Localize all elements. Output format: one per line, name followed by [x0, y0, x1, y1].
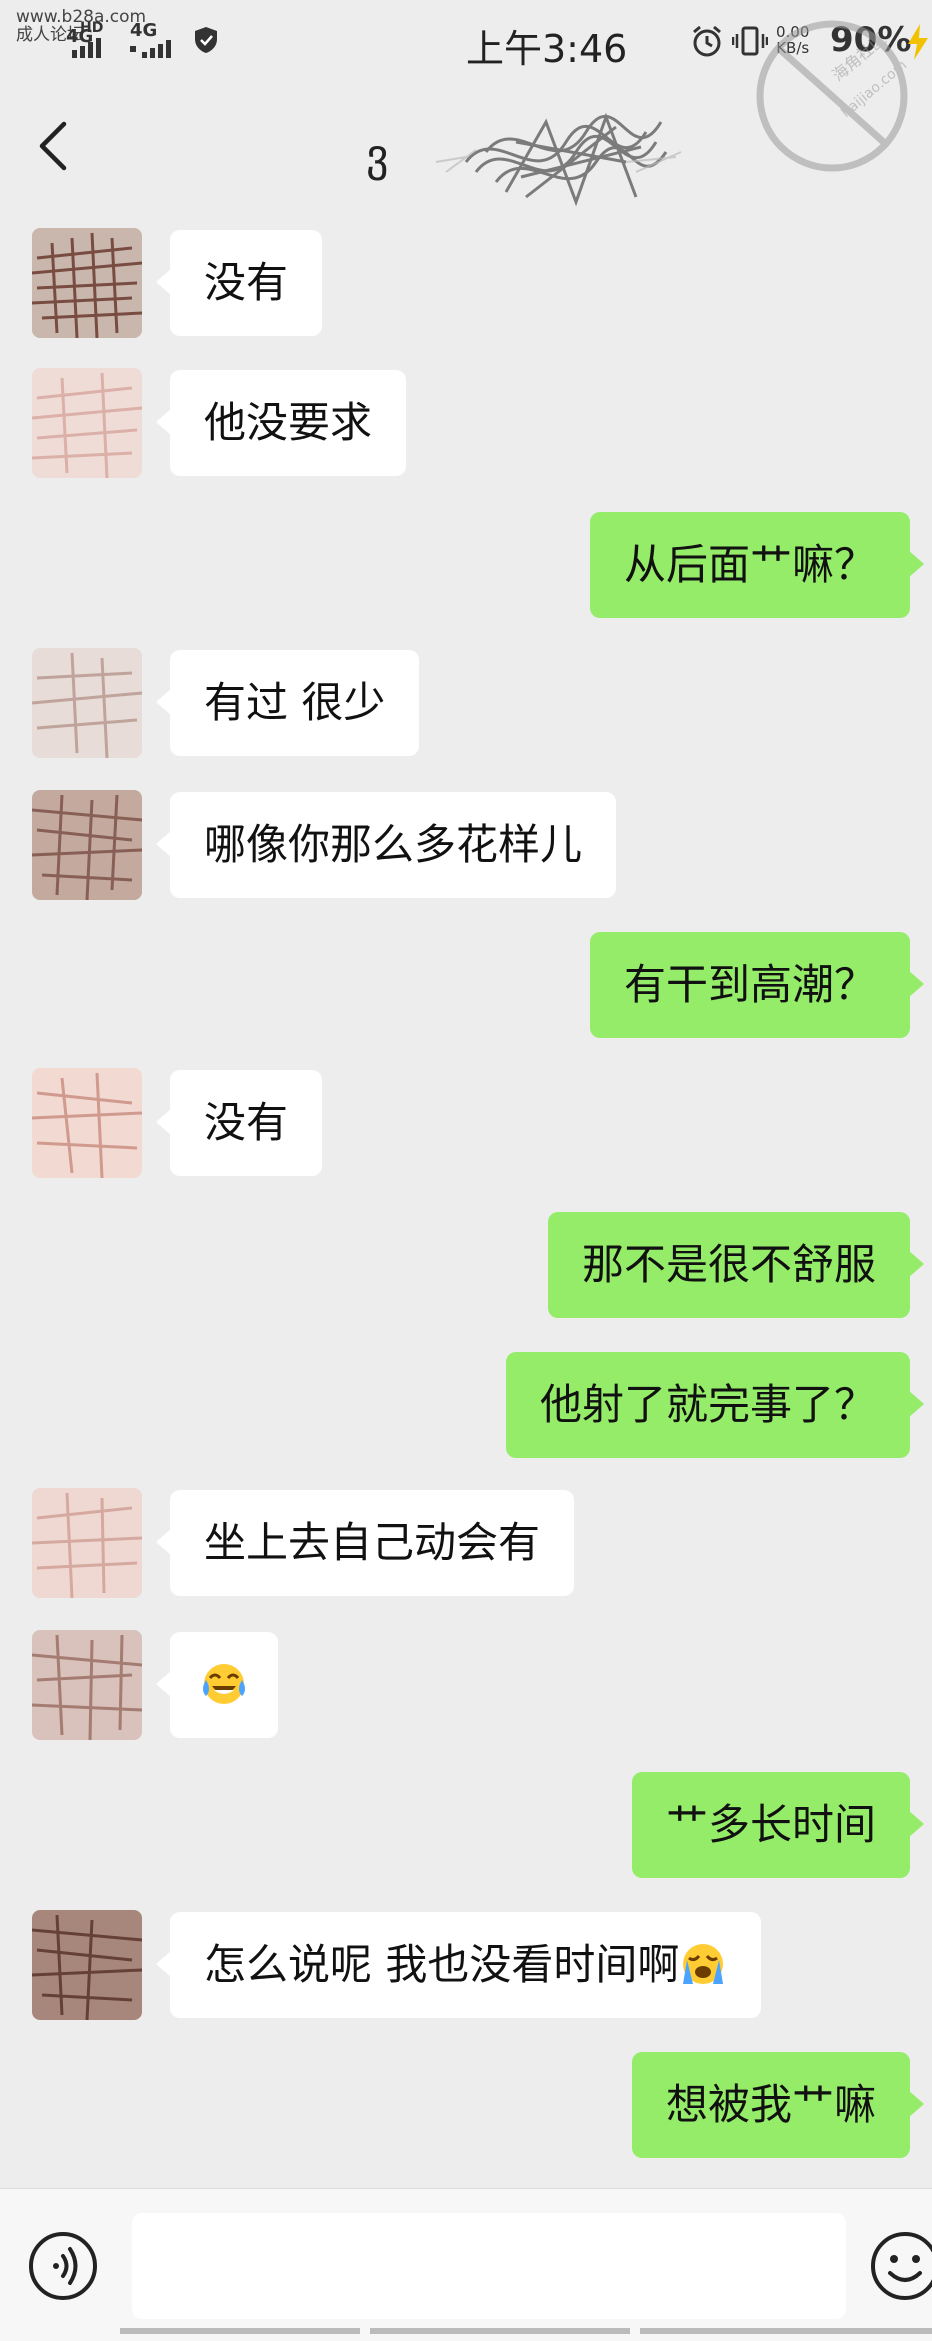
contact-avatar[interactable]: [32, 1488, 142, 1598]
contact-avatar[interactable]: [32, 368, 142, 478]
contact-avatar[interactable]: [32, 790, 142, 900]
message-bubble-outgoing[interactable]: 他射了就完事了？: [505, 1352, 925, 1458]
tears-of-joy-emoji-icon: [203, 1663, 245, 1704]
contact-avatar[interactable]: [32, 228, 142, 338]
message-bubble-outgoing[interactable]: 从后面艹嘛？: [589, 512, 925, 618]
message-input[interactable]: [132, 2213, 846, 2319]
signal-label-2: 4G: [130, 20, 158, 41]
alarm-icon: [693, 25, 721, 57]
chat-header: ვ: [0, 80, 932, 210]
input-bar: [0, 2188, 932, 2341]
message-bubble-incoming[interactable]: 坐上去自己动会有: [155, 1490, 575, 1596]
contact-avatar[interactable]: [32, 1068, 142, 1178]
loudly-crying-emoji-icon: [683, 1943, 724, 1984]
back-button[interactable]: [30, 118, 80, 174]
signal-bars-icon-2: [130, 40, 171, 58]
chat-title-prefix: ვ: [366, 130, 389, 181]
contact-avatar[interactable]: [32, 1630, 142, 1740]
message-bubble-incoming[interactable]: 他没要求: [155, 370, 407, 476]
smiley-icon[interactable]: [870, 2231, 932, 2301]
chat-title: ვ: [366, 102, 706, 207]
message-bubble-outgoing[interactable]: 那不是很不舒服: [547, 1212, 925, 1318]
message-bubble-incoming[interactable]: 有过 很少: [155, 650, 420, 756]
message-bubble-incoming[interactable]: 哪像你那么多花样儿: [155, 792, 617, 898]
contact-avatar[interactable]: [32, 648, 142, 758]
message-bubble-incoming[interactable]: 没有: [155, 230, 323, 336]
message-bubble-outgoing[interactable]: 有干到高潮？: [589, 932, 925, 1038]
message-bubble-incoming[interactable]: 怎么说呢 我也没看时间啊: [155, 1912, 762, 2018]
message-bubble-incoming[interactable]: 没有: [155, 1070, 323, 1176]
shield-icon: [195, 27, 217, 53]
voice-icon[interactable]: [28, 2231, 98, 2301]
message-text: 怎么说呢 我也没看时间啊: [204, 1940, 680, 1989]
redacted-name-scribble: [435, 112, 682, 207]
message-bubble-incoming[interactable]: [156, 1632, 278, 1738]
nav-bar-indicator: [120, 2328, 932, 2334]
message-bubble-outgoing[interactable]: 艹多长时间: [631, 1772, 925, 1878]
message-bubble-outgoing[interactable]: 想被我艹嘛: [631, 2052, 925, 2158]
status-time: 上午3:46: [466, 27, 628, 71]
contact-avatar[interactable]: [32, 1910, 142, 2020]
signal-bars-icon: [72, 38, 101, 58]
